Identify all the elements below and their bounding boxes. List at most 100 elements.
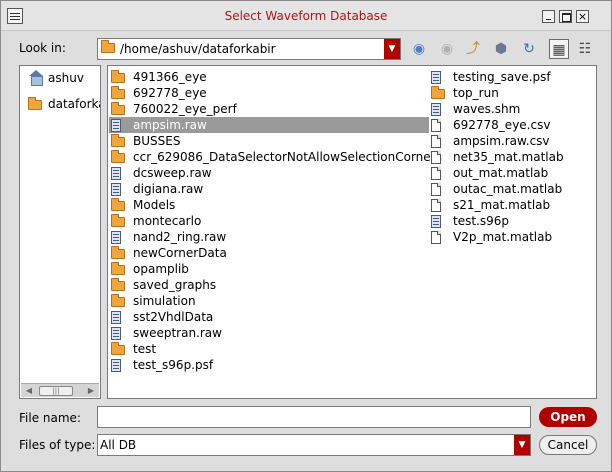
list-item[interactable]: Models	[109, 197, 429, 213]
forward-icon[interactable]: ◉	[437, 39, 457, 59]
minimize-icon[interactable]	[542, 10, 555, 23]
refresh-icon[interactable]: ↻	[519, 39, 539, 59]
folder-icon	[111, 342, 125, 355]
file-name: waves.shm	[453, 102, 521, 116]
folder-icon	[101, 40, 115, 53]
window-title: Select Waveform Database	[224, 9, 388, 23]
look-in-combo[interactable]: /home/ashuv/dataforkabir ▼	[97, 38, 401, 60]
file-name: newCornerData	[133, 246, 227, 260]
folder-icon	[111, 246, 125, 259]
document-icon	[431, 135, 441, 148]
list-item[interactable]: ccr_629086_DataSelectorNotAllowSelection…	[109, 149, 442, 165]
horizontal-scrollbar[interactable]: ◀ ||| ▶	[21, 383, 99, 397]
file-name: dcsweep.raw	[133, 166, 212, 180]
list-item[interactable]: test	[109, 341, 429, 357]
list-item[interactable]: 491366_eye	[109, 69, 429, 85]
file-name: ampsim.raw	[133, 118, 207, 132]
folder-icon	[28, 97, 42, 110]
close-icon[interactable]: ×	[576, 10, 589, 23]
cancel-button[interactable]: Cancel	[539, 435, 597, 455]
file-name-input[interactable]	[97, 406, 531, 428]
file-name: 692778_eye.csv	[453, 118, 551, 132]
file-name: 491366_eye	[133, 70, 207, 84]
list-item[interactable]: test_s96p.psf	[109, 357, 429, 373]
document-icon	[431, 199, 441, 212]
list-item[interactable]: outac_mat.matlab	[429, 181, 589, 197]
chevron-down-icon[interactable]: ▼	[384, 39, 400, 59]
list-item[interactable]: 692778_eye.csv	[429, 117, 589, 133]
list-item[interactable]: sweeptran.raw	[109, 325, 429, 341]
folder-icon	[111, 262, 125, 275]
file-name: 692778_eye	[133, 86, 207, 100]
list-item[interactable]: top_run	[429, 85, 589, 101]
scrollbar-thumb[interactable]: |||	[39, 386, 73, 396]
document-icon	[431, 151, 441, 164]
folder-icon	[431, 86, 445, 99]
folder-icon	[111, 214, 125, 227]
file-name: 760022_eye_perf	[133, 102, 237, 116]
file-list: 491366_eye 692778_eye 760022_eye_perfampsi…	[107, 65, 597, 399]
database-file-icon	[111, 359, 121, 372]
file-name: testing_save.psf	[453, 70, 551, 84]
title-bar[interactable]: Select Waveform Database ×	[1, 1, 611, 31]
list-item[interactable]: ampsim.raw	[109, 117, 429, 133]
list-item[interactable]: dcsweep.raw	[109, 165, 429, 181]
file-type-select[interactable]: All DB ▼	[97, 434, 531, 456]
back-icon[interactable]: ◉	[409, 39, 429, 59]
file-name: test_s96p.psf	[133, 358, 214, 372]
database-file-icon	[111, 327, 121, 340]
list-item[interactable]: opamplib	[109, 261, 429, 277]
list-view-icon[interactable]: ▦	[549, 39, 569, 59]
database-file-icon	[111, 231, 121, 244]
database-file-icon	[111, 167, 121, 180]
file-name: saved_graphs	[133, 278, 217, 292]
file-type-label: Files of type:	[19, 438, 96, 452]
list-item[interactable]: nand2_ring.raw	[109, 229, 429, 245]
look-in-path: /home/ashuv/dataforkabir	[120, 42, 276, 56]
list-item[interactable]: test.s96p	[429, 213, 589, 229]
list-item[interactable]: saved_graphs	[109, 277, 429, 293]
folder-icon	[111, 278, 125, 291]
list-item[interactable]: testing_save.psf	[429, 69, 589, 85]
maximize-icon[interactable]	[559, 10, 572, 23]
details-view-icon[interactable]: ☷	[575, 39, 595, 59]
list-item[interactable]: V2p_mat.matlab	[429, 229, 589, 245]
file-name: BUSSES	[133, 134, 181, 148]
file-name-label: File name:	[19, 411, 81, 425]
home-icon[interactable]: ⬢	[491, 39, 511, 59]
list-item[interactable]: out_mat.matlab	[429, 165, 589, 181]
open-button[interactable]: Open	[539, 407, 597, 427]
database-file-icon	[111, 119, 121, 132]
file-name: simulation	[133, 294, 196, 308]
list-item[interactable]: digiana.raw	[109, 181, 429, 197]
file-name: digiana.raw	[133, 182, 204, 196]
list-item[interactable]: newCornerData	[109, 245, 429, 261]
places-sidebar: ashuv dataforkal ◀ ||| ▶	[19, 65, 101, 399]
list-item[interactable]: simulation	[109, 293, 429, 309]
folder-icon	[111, 150, 125, 163]
file-name: outac_mat.matlab	[453, 182, 563, 196]
file-name: ccr_629086_DataSelectorNotAllowSelection…	[133, 150, 442, 164]
file-name: sst2VhdlData	[133, 310, 214, 324]
list-item[interactable]: montecarlo	[109, 213, 429, 229]
list-item[interactable]: ampsim.raw.csv	[429, 133, 589, 149]
scroll-left-icon[interactable]: ◀	[23, 385, 35, 397]
file-name: out_mat.matlab	[453, 166, 549, 180]
list-item[interactable]: 692778_eye	[109, 85, 429, 101]
list-item[interactable]: sst2VhdlData	[109, 309, 429, 325]
file-name: top_run	[453, 86, 499, 100]
list-item[interactable]: waves.shm	[429, 101, 589, 117]
file-type-value: All DB	[100, 438, 137, 452]
list-item[interactable]: 760022_eye_perf	[109, 101, 429, 117]
document-icon	[431, 231, 441, 244]
list-item[interactable]: s21_mat.matlab	[429, 197, 589, 213]
chevron-down-icon[interactable]: ▼	[514, 435, 530, 455]
list-item[interactable]: net35_mat.matlab	[429, 149, 589, 165]
folder-icon	[111, 70, 125, 83]
file-name: s21_mat.matlab	[453, 198, 551, 212]
scroll-right-icon[interactable]: ▶	[85, 385, 97, 397]
file-name: test.s96p	[453, 214, 509, 228]
document-icon	[431, 119, 441, 132]
list-item[interactable]: BUSSES	[109, 133, 429, 149]
up-folder-icon[interactable]: ⤴	[463, 39, 483, 59]
